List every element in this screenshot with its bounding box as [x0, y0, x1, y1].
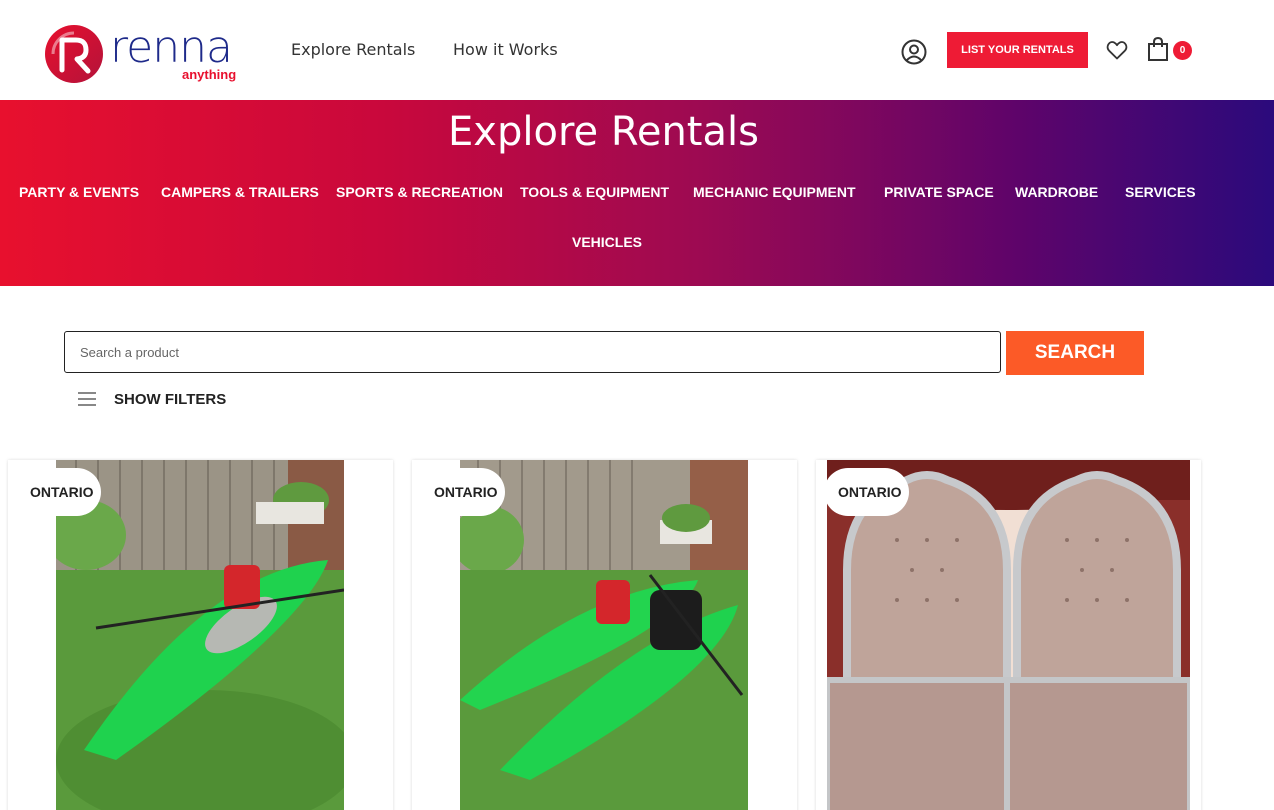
region-badge: ONTARIO — [420, 468, 505, 516]
product-card[interactable]: ONTARIO — [816, 460, 1201, 810]
show-filters-label: SHOW FILTERS — [114, 390, 227, 408]
nav-how-it-works[interactable]: How it Works — [453, 40, 558, 60]
search-input[interactable] — [64, 331, 1001, 373]
logo-wordmark: renna — [110, 22, 233, 73]
user-circle-icon[interactable] — [900, 38, 928, 66]
category-tools-equipment[interactable]: TOOLS & EQUIPMENT — [520, 183, 669, 201]
nav-explore-rentals[interactable]: Explore Rentals — [291, 40, 415, 60]
logo-mark-icon — [45, 25, 103, 83]
category-services[interactable]: SERVICES — [1125, 183, 1196, 201]
category-wardrobe[interactable]: WARDROBE — [1015, 183, 1098, 201]
heart-icon[interactable] — [1105, 38, 1129, 62]
hero-banner: Explore Rentals PARTY & EVENTS CAMPERS &… — [0, 100, 1274, 286]
shopping-bag-icon[interactable] — [1145, 36, 1171, 62]
product-card[interactable]: ONTARIO — [8, 460, 393, 810]
product-image[interactable] — [56, 460, 344, 810]
search-button[interactable]: SEARCH — [1006, 331, 1144, 375]
region-badge: ONTARIO — [824, 468, 909, 516]
category-private-space[interactable]: PRIVATE SPACE — [884, 183, 994, 201]
category-party-events[interactable]: PARTY & EVENTS — [19, 183, 139, 201]
category-mechanic-equipment[interactable]: MECHANIC EQUIPMENT — [693, 183, 856, 201]
category-vehicles[interactable]: VEHICLES — [572, 233, 642, 251]
show-filters-toggle[interactable]: SHOW FILTERS — [78, 388, 226, 410]
category-sports-recreation[interactable]: SPORTS & RECREATION — [336, 183, 503, 201]
category-campers-trailers[interactable]: CAMPERS & TRAILERS — [161, 183, 319, 201]
logo-tagline: anything — [182, 67, 237, 82]
brand-logo[interactable]: renna anything — [44, 22, 244, 86]
region-badge: ONTARIO — [16, 468, 101, 516]
cart-count-badge: 0 — [1173, 41, 1192, 60]
list-your-rentals-button[interactable]: LIST YOUR RENTALS — [947, 32, 1088, 68]
hamburger-icon — [78, 392, 96, 406]
page-title: Explore Rentals — [448, 109, 759, 155]
product-card[interactable]: ONTARIO — [412, 460, 797, 810]
product-image[interactable] — [460, 460, 748, 810]
site-header: renna anything Explore Rentals How it Wo… — [0, 0, 1274, 100]
